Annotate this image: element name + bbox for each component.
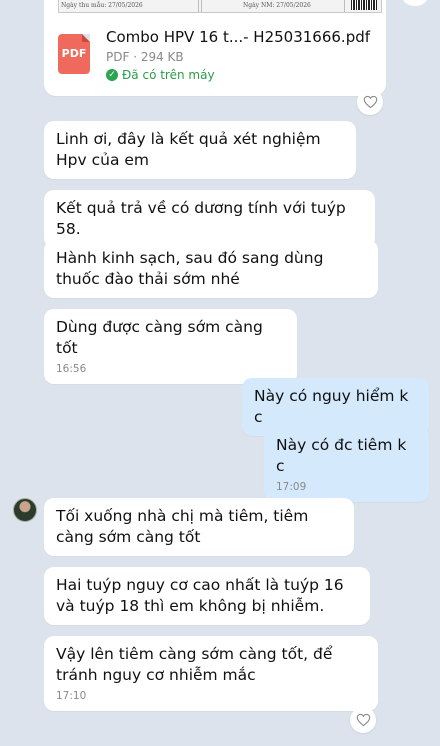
doc-preview-date-received: Ngày thu mẫu: 27/05/2026: [59, 0, 199, 12]
message-text: Vậy lên tiêm càng sớm càng tốt, để tránh…: [56, 645, 333, 684]
reaction-heart-button[interactable]: [350, 707, 376, 733]
file-name: Combo HPV 16 t...- H25031666.pdf: [106, 28, 371, 46]
file-download-status: ✓ Đã có trên máy: [106, 68, 215, 82]
heart-icon: [363, 95, 377, 109]
message-bubble-incoming[interactable]: Hành kinh sạch, sau đó sang dùng thuốc đ…: [44, 240, 378, 298]
reaction-heart-button[interactable]: [357, 89, 383, 115]
heart-icon: [356, 713, 370, 727]
document-preview-strip: Ngày thu mẫu: 27/05/2026 Ngày NM: 27/05/…: [58, 0, 382, 13]
message-text: Này có đc tiêm k c: [276, 436, 407, 475]
file-meta: PDF · 294 KB: [106, 50, 184, 64]
message-text: Linh ơi, đây là kết quả xét nghiệm Hpv c…: [56, 130, 321, 169]
message-bubble-incoming[interactable]: Dùng được càng sớm càng tốt 16:56: [44, 309, 297, 384]
message-text: Tối xuống nhà chị mà tiêm, tiêm càng sớm…: [56, 507, 309, 546]
message-text: Kết quả trả về có dương tính với tuýp 58…: [56, 199, 346, 238]
message-text: Dùng được càng sớm càng tốt: [56, 318, 263, 357]
message-bubble-incoming[interactable]: Tối xuống nhà chị mà tiêm, tiêm càng sớm…: [44, 498, 354, 556]
message-time: 17:10: [56, 690, 87, 702]
reaction-button-partial[interactable]: [402, 0, 428, 6]
message-text: Hành kinh sạch, sau đó sang dùng thuốc đ…: [56, 249, 324, 288]
message-bubble-incoming[interactable]: Hai tuýp nguy cơ cao nhất là tuýp 16 và …: [44, 567, 370, 625]
message-bubble-incoming[interactable]: Vậy lên tiêm càng sớm càng tốt, để tránh…: [44, 636, 378, 711]
barcode-icon: [351, 0, 377, 10]
avatar[interactable]: [13, 498, 37, 522]
file-attachment-card[interactable]: Ngày thu mẫu: 27/05/2026 Ngày NM: 27/05/…: [44, 0, 386, 96]
message-text: Này có nguy hiểm k c: [254, 387, 409, 426]
check-circle-icon: ✓: [106, 69, 118, 81]
doc-preview-date-result: Ngày NM: 27/05/2026: [241, 0, 345, 12]
message-time: 17:09: [276, 481, 307, 493]
message-text: Hai tuýp nguy cơ cao nhất là tuýp 16 và …: [56, 576, 344, 615]
pdf-icon: PDF: [58, 34, 90, 74]
message-bubble-outgoing[interactable]: Này có đc tiêm k c 17:09: [264, 427, 429, 502]
message-time: 16:56: [56, 363, 87, 375]
message-bubble-incoming[interactable]: Linh ơi, đây là kết quả xét nghiệm Hpv c…: [44, 121, 356, 179]
file-status-label: Đã có trên máy: [122, 68, 215, 82]
